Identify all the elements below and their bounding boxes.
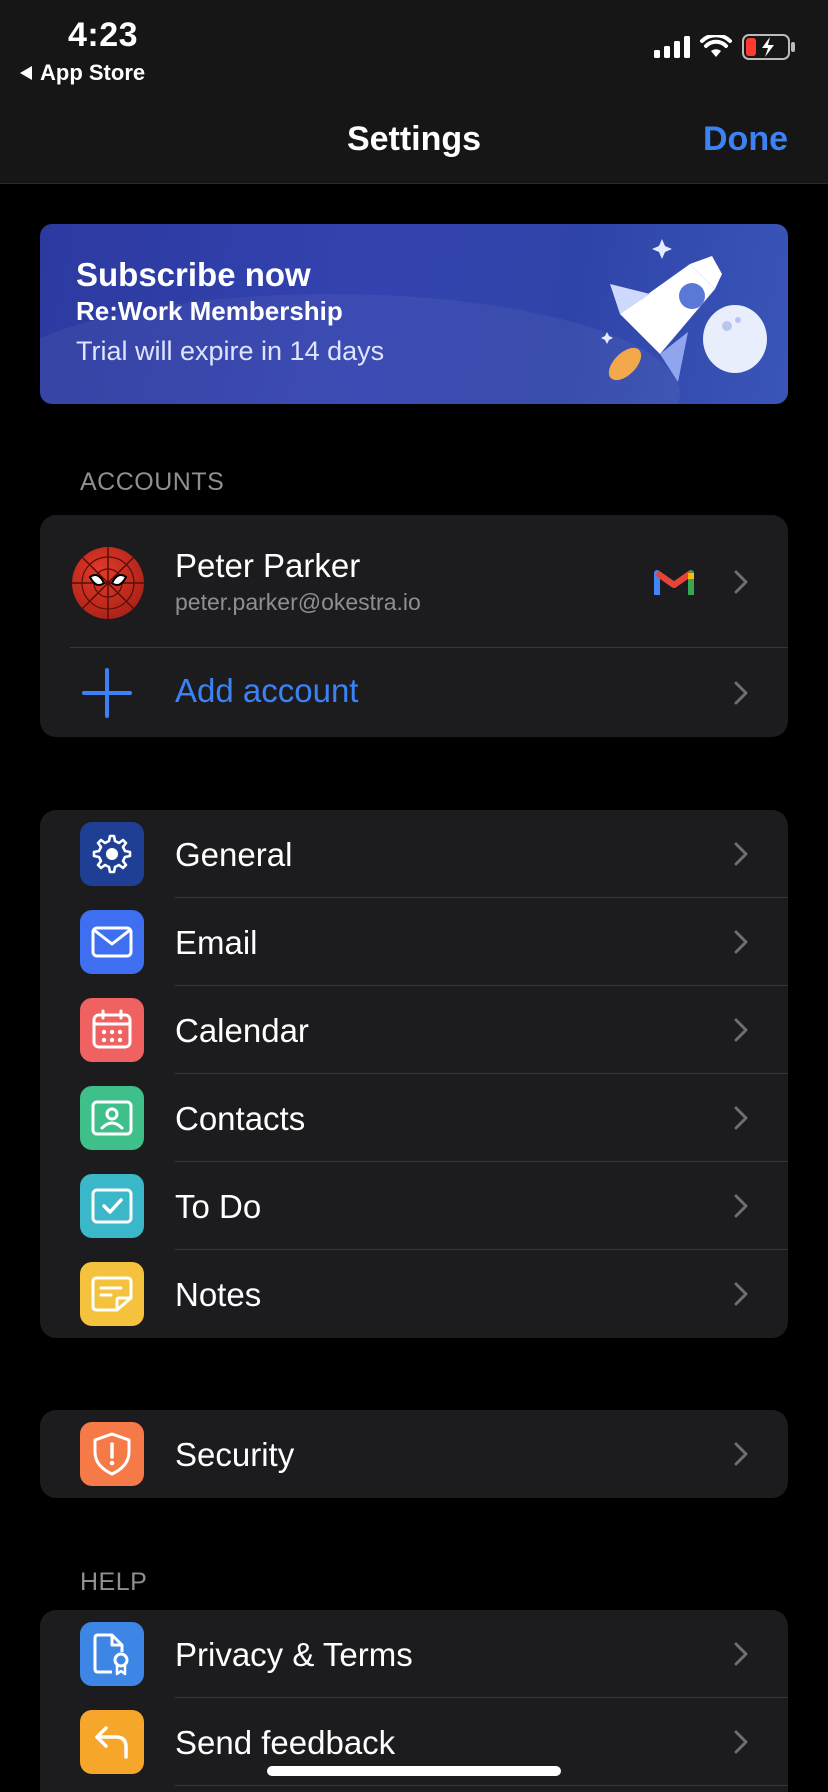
status-icons <box>654 34 796 60</box>
contact-card-icon <box>91 1100 133 1136</box>
email-icon-tile <box>80 910 144 974</box>
settings-row-security[interactable]: Security <box>40 1410 788 1498</box>
status-time: 4:23 <box>68 16 139 54</box>
add-account-row[interactable]: Add account <box>40 648 788 737</box>
todo-label: To Do <box>175 1188 262 1225</box>
back-to-app-store-link[interactable]: App Store <box>20 60 145 86</box>
notes-label: Notes <box>175 1276 262 1313</box>
help-group: Privacy & Terms Send feedback <box>40 1610 788 1792</box>
avatar <box>72 547 144 619</box>
chevron-right-icon <box>734 1018 748 1042</box>
row-divider <box>175 1785 788 1786</box>
feedback-icon-tile <box>80 1710 144 1774</box>
document-badge-icon <box>93 1633 129 1676</box>
security-group: Security <box>40 1410 788 1498</box>
rocket-illustration <box>601 239 767 382</box>
back-app-label: App Store <box>40 60 146 85</box>
settings-row-email[interactable]: Email <box>40 898 788 986</box>
security-label: Security <box>175 1436 295 1473</box>
chevron-right-icon <box>734 1194 748 1218</box>
security-icon-tile <box>80 1422 144 1486</box>
general-label: General <box>175 836 293 873</box>
shield-icon <box>93 1432 131 1476</box>
settings-row-privacy-terms[interactable]: Privacy & Terms <box>40 1610 788 1698</box>
chevron-right-icon <box>734 570 748 594</box>
wifi-icon <box>700 35 732 57</box>
done-button[interactable]: Done <box>703 120 788 159</box>
settings-row-calendar[interactable]: Calendar <box>40 986 788 1074</box>
chevron-right-icon <box>734 842 748 866</box>
account-row[interactable]: Peter Parker peter.parker@okestra.io <box>40 515 788 648</box>
notes-icon-tile <box>80 1262 144 1326</box>
checkbox-icon <box>91 1188 133 1224</box>
email-label: Email <box>175 924 258 961</box>
chevron-right-icon <box>734 1730 748 1754</box>
chevron-right-icon <box>734 1642 748 1666</box>
account-name: Peter Parker <box>175 547 361 584</box>
chevron-right-icon <box>734 1442 748 1466</box>
navigation-bar: Settings Done <box>0 92 828 184</box>
status-bar: 4:23 App Store <box>0 0 828 92</box>
battery-charging-icon <box>742 34 795 60</box>
account-email: peter.parker@okestra.io <box>175 589 421 615</box>
chevron-right-icon <box>734 930 748 954</box>
accounts-section-header: ACCOUNTS <box>80 468 225 496</box>
add-account-label: Add account <box>175 672 359 709</box>
trial-note: Trial will expire in 14 days <box>76 336 385 366</box>
banner-subtitle: Re:Work Membership <box>76 296 343 326</box>
settings-row-general[interactable]: General <box>40 810 788 898</box>
chevron-right-icon <box>734 681 748 705</box>
back-triangle-icon <box>20 66 32 80</box>
accounts-group: Peter Parker peter.parker@okestra.io Add… <box>40 515 788 737</box>
settings-row-todo[interactable]: To Do <box>40 1162 788 1250</box>
gmail-icon <box>654 570 694 595</box>
calendar-icon <box>92 1009 132 1049</box>
calendar-label: Calendar <box>175 1012 309 1049</box>
signal-icon <box>654 36 690 58</box>
general-icon-tile <box>80 822 144 886</box>
subscribe-banner[interactable]: Subscribe now Re:Work Membership Trial w… <box>40 224 788 404</box>
gear-icon <box>92 834 132 874</box>
send-feedback-label: Send feedback <box>175 1724 396 1761</box>
chevron-right-icon <box>734 1106 748 1130</box>
reply-arrow-icon <box>95 1726 128 1759</box>
privacy-icon-tile <box>80 1622 144 1686</box>
calendar-icon-tile <box>80 998 144 1062</box>
contacts-label: Contacts <box>175 1100 306 1137</box>
contacts-icon-tile <box>80 1086 144 1150</box>
envelope-icon <box>91 926 133 958</box>
spiderman-avatar-icon <box>72 547 144 619</box>
help-section-header: HELP <box>80 1568 148 1596</box>
privacy-terms-label: Privacy & Terms <box>175 1636 413 1673</box>
banner-title: Subscribe now <box>76 256 311 293</box>
plus-icon <box>82 668 132 718</box>
settings-row-contacts[interactable]: Contacts <box>40 1074 788 1162</box>
todo-icon-tile <box>80 1174 144 1238</box>
home-indicator[interactable] <box>267 1766 561 1776</box>
apps-group: General Email Calendar Contacts To Do No… <box>40 810 788 1338</box>
note-icon <box>91 1276 133 1312</box>
chevron-right-icon <box>734 1282 748 1306</box>
settings-row-notes[interactable]: Notes <box>40 1250 788 1338</box>
